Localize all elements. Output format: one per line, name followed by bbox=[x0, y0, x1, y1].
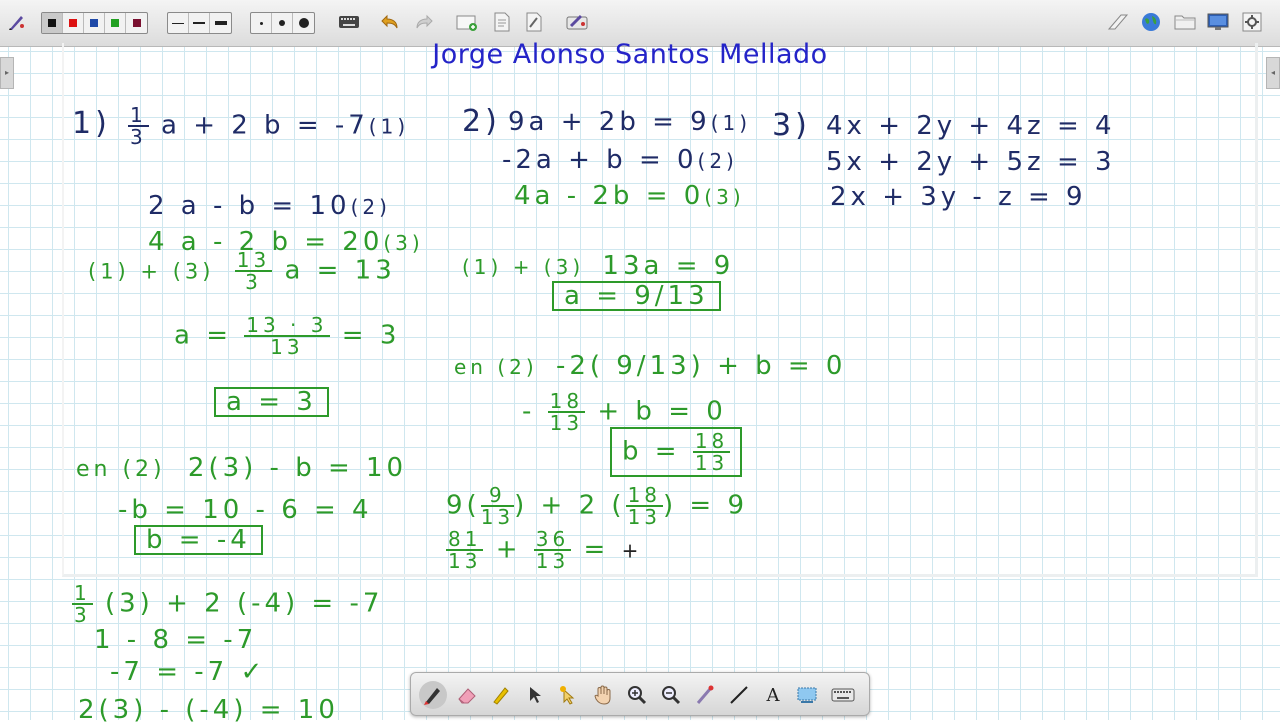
eraser-icon[interactable] bbox=[453, 681, 481, 709]
solution-2-step-5: 81 13 + 36 13 = + bbox=[446, 527, 639, 573]
color-swatch-blue[interactable] bbox=[84, 13, 105, 33]
color-swatch-black[interactable] bbox=[42, 13, 63, 33]
pointer-icon[interactable] bbox=[521, 681, 549, 709]
problem-3-equation-1: 4x + 2y + 4z = 4 bbox=[826, 111, 1116, 141]
hand-icon[interactable] bbox=[589, 681, 617, 709]
right-panel-toggle[interactable]: ◂ bbox=[1266, 57, 1280, 89]
problem-1-equation-2: 2 a - b = 10(2) bbox=[148, 191, 391, 221]
solution-1-check-3: -7 = -7 ✓ bbox=[110, 657, 267, 687]
highlighter-icon[interactable] bbox=[487, 681, 515, 709]
color-swatch-green[interactable] bbox=[105, 13, 126, 33]
page-title: Jorge Alonso Santos Mellado bbox=[432, 39, 828, 70]
check-mark-icon: ✓ bbox=[240, 657, 267, 687]
web-icon[interactable] bbox=[1139, 9, 1163, 35]
settings-icon[interactable] bbox=[1240, 9, 1264, 35]
solution-1-step-2: a = 13 · 3 13 = 3 bbox=[174, 313, 401, 359]
dot-size-medium[interactable] bbox=[272, 13, 293, 33]
line-width-thin[interactable] bbox=[168, 13, 189, 33]
keyboard-icon[interactable] bbox=[829, 681, 857, 709]
page-icon[interactable] bbox=[490, 9, 514, 35]
undo-icon[interactable] bbox=[378, 9, 402, 35]
tool-palette: A bbox=[410, 672, 870, 716]
problem-3-label: 3) bbox=[772, 108, 811, 143]
solution-1-check-2: 1 - 8 = -7 bbox=[94, 625, 258, 655]
dot-size-large[interactable] bbox=[293, 13, 314, 33]
folder-icon[interactable] bbox=[1173, 9, 1197, 35]
laser-pointer-icon[interactable] bbox=[555, 681, 583, 709]
problem-3-equation-3: 2x + 3y - z = 9 bbox=[830, 182, 1087, 212]
solution-2-step-1: (1) + (3) 13a = 9 bbox=[462, 251, 735, 281]
eraser-icon[interactable] bbox=[1106, 9, 1130, 35]
problem-2-equation-1: 9a + 2b = 9(1) bbox=[508, 107, 752, 137]
problem-1-equation-1: 13 a + 2 b = -7(1) bbox=[128, 103, 410, 149]
line-icon[interactable] bbox=[725, 681, 753, 709]
zoom-in-icon[interactable] bbox=[623, 681, 651, 709]
text-icon[interactable]: A bbox=[759, 681, 787, 709]
solution-2-result-b: b = 18 13 bbox=[610, 427, 743, 477]
left-panel-toggle[interactable]: ▸ bbox=[0, 57, 14, 89]
add-page-icon[interactable] bbox=[455, 9, 479, 35]
color-swatch-maroon[interactable] bbox=[126, 13, 147, 33]
keyboard-icon[interactable] bbox=[337, 9, 361, 35]
solution-2-step-4: 9(9 13) + 2 (18 13) = 9 bbox=[446, 483, 749, 529]
line-width-picker bbox=[167, 12, 232, 34]
solution-1-result-a: a = 3 bbox=[214, 387, 329, 417]
page-alt-icon[interactable] bbox=[522, 9, 546, 35]
dot-size-picker bbox=[250, 12, 315, 34]
solution-1-step-3: en (2) 2(3) - b = 10 bbox=[76, 453, 408, 483]
pen-icon[interactable] bbox=[419, 681, 447, 709]
pen-cursor: + bbox=[621, 538, 639, 563]
line-width-medium[interactable] bbox=[189, 13, 210, 33]
tools-icon[interactable] bbox=[564, 9, 590, 35]
problem-3-equation-2: 5x + 2y + 5z = 3 bbox=[826, 147, 1116, 177]
problem-1-label: 1) bbox=[72, 106, 111, 141]
problem-2-equation-2: -2a + b = 0(2) bbox=[502, 145, 738, 175]
line-width-thick[interactable] bbox=[210, 13, 231, 33]
display-icon[interactable] bbox=[1206, 9, 1230, 35]
capture-icon[interactable] bbox=[793, 681, 821, 709]
dot-size-small[interactable] bbox=[251, 13, 272, 33]
color-picker bbox=[41, 12, 148, 34]
solution-2-step-2: en (2) -2( 9/13) + b = 0 bbox=[454, 351, 847, 381]
solution-2-result-a: a = 9/13 bbox=[552, 281, 721, 311]
pen-settings-icon[interactable] bbox=[6, 9, 28, 35]
solution-1-check-4: 2(3) - (-4) = 10 bbox=[78, 695, 339, 725]
redo-icon[interactable] bbox=[412, 9, 436, 35]
problem-2-label: 2) bbox=[462, 104, 501, 139]
problem-2-equation-3: 4a - 2b = 0(3) bbox=[514, 181, 745, 211]
zoom-out-icon[interactable] bbox=[657, 681, 685, 709]
solution-1-check-1: 13 (3) + 2 (-4) = -7 bbox=[72, 581, 384, 627]
solution-1-result-b: b = -4 bbox=[134, 525, 263, 555]
color-swatch-red[interactable] bbox=[63, 13, 84, 33]
whiteboard[interactable]: ▸ ◂ Jorge Alonso Santos Mellado 1) 13 a … bbox=[0, 39, 1280, 725]
solution-1-step-4: -b = 10 - 6 = 4 bbox=[118, 495, 373, 525]
solution-1-step-1: (1) + (3) 13 3 a = 13 bbox=[88, 248, 396, 294]
pointer-tool-icon[interactable] bbox=[691, 681, 719, 709]
